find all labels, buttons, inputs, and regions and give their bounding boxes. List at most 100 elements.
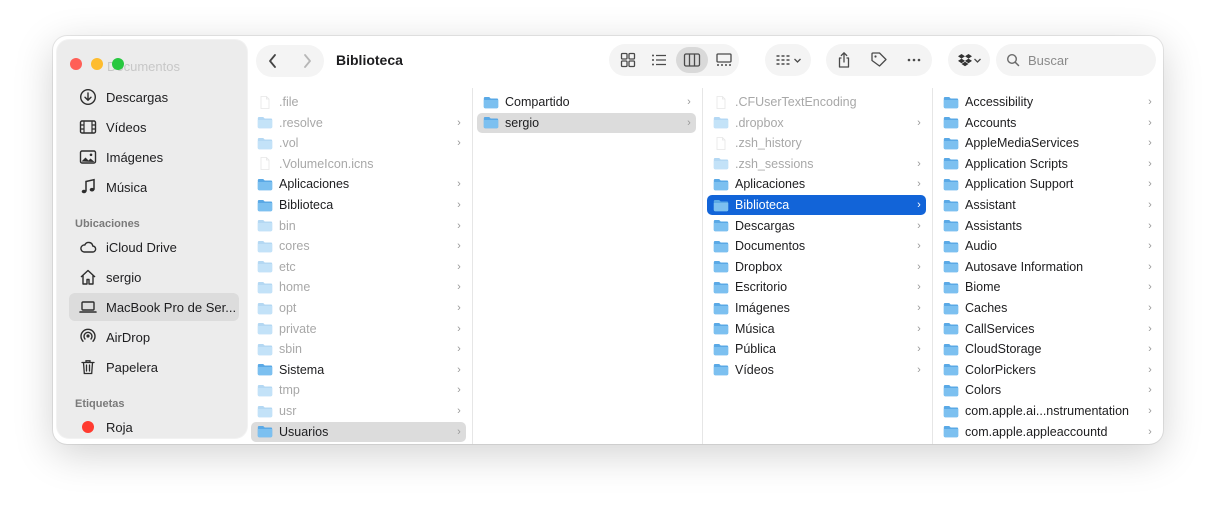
list-item[interactable]: Biblioteca › [707,195,926,215]
list-item[interactable]: ColorPickers › [937,360,1157,380]
item-name: Biblioteca [735,198,790,212]
list-item[interactable]: .vol › [251,133,466,153]
list-item[interactable]: CallServices › [937,319,1157,339]
list-item[interactable]: Sistema › [251,360,466,380]
forward-button[interactable] [292,47,322,75]
list-item[interactable]: Caches › [937,298,1157,318]
list-item[interactable]: Imágenes › [707,298,926,318]
document-icon [716,136,726,150]
dropbox-button[interactable] [948,44,990,76]
list-item[interactable]: .zsh_history [707,133,926,153]
list-item[interactable]: Accessibility › [937,92,1157,112]
list-item[interactable]: .resolve › [251,113,466,133]
list-item[interactable]: .CFUserTextEncoding [707,92,926,112]
list-item[interactable]: opt › [251,298,466,318]
item-name: home [279,280,311,295]
folder-icon [257,343,273,355]
sidebar-item-tag-roja[interactable]: Roja [69,413,239,438]
search-input[interactable] [1028,52,1138,68]
list-item[interactable]: .dropbox › [707,113,926,133]
chevron-right-icon: › [917,363,921,376]
sidebar-item-sergio[interactable]: sergio [69,263,239,291]
list-item[interactable]: Autosave Information › [937,257,1157,277]
folder-icon [257,117,273,129]
list-item[interactable]: home › [251,277,466,297]
list-item[interactable]: Assistants › [937,216,1157,236]
list-item[interactable]: usr › [251,401,466,421]
list-item[interactable]: sbin › [251,339,466,359]
list-item[interactable]: Aplicaciones › [707,174,926,194]
folder-icon [943,240,959,252]
list-item[interactable]: Documentos › [707,236,926,256]
group-by-button[interactable] [765,44,811,76]
list-item[interactable]: Audio › [937,236,1157,256]
list-item[interactable]: Pública › [707,339,926,359]
list-item[interactable]: bin › [251,216,466,236]
list-item[interactable]: Colors › [937,380,1157,400]
tags-button[interactable] [865,47,893,73]
list-item[interactable]: Assistant › [937,195,1157,215]
list-item[interactable]: .VolumeIcon.icns [251,154,466,174]
sidebar-item-videos[interactable]: Vídeos [69,113,239,141]
item-name: cores [279,239,310,254]
item-name: Vídeos [735,362,774,377]
list-item[interactable]: cores › [251,236,466,256]
list-item[interactable]: Descargas › [707,216,926,236]
list-item[interactable]: Biome › [937,277,1157,297]
column-view-button[interactable] [676,47,708,73]
more-actions-button[interactable] [900,47,928,73]
share-button[interactable] [830,47,858,73]
grid-view-icon [620,52,635,68]
back-button[interactable] [258,47,288,75]
list-item[interactable]: .zsh_sessions › [707,154,926,174]
sidebar-item-airdrop[interactable]: AirDrop [69,323,239,351]
column-root: .file .resolve › .vol › .VolumeIcon.icns Aplic… [247,88,473,444]
minimize-button[interactable] [91,58,103,70]
list-item[interactable]: Compartido › [477,92,696,112]
chevron-right-icon: › [917,343,921,356]
list-item[interactable]: Música › [707,319,926,339]
chevron-right-icon: › [1148,178,1152,191]
sidebar-item-descargas[interactable]: Descargas [69,83,239,111]
zoom-button[interactable] [112,58,124,70]
list-item[interactable]: tmp › [251,380,466,400]
sidebar-item-icloud-drive[interactable]: iCloud Drive [69,233,239,261]
list-item[interactable]: .file [251,92,466,112]
chevron-right-icon: › [457,425,461,438]
list-item[interactable]: AppleMediaServices › [937,133,1157,153]
list-item[interactable]: Application Scripts › [937,154,1157,174]
list-item[interactable]: Biblioteca › [251,195,466,215]
list-item[interactable]: private › [251,319,466,339]
list-view-button[interactable] [645,47,675,73]
list-item[interactable]: com.apple.ai...nstrumentation › [937,401,1157,421]
list-item[interactable]: etc › [251,257,466,277]
item-name: Dropbox [735,259,783,274]
sidebar-item-macbook-pro[interactable]: MacBook Pro de Ser... [69,293,239,321]
gallery-view-button[interactable] [710,47,740,73]
sidebar-item-papelera[interactable]: Papelera [69,353,239,381]
folder-icon [257,199,273,211]
search-field[interactable] [996,44,1156,76]
list-item[interactable]: Dropbox › [707,257,926,277]
folder-icon [713,220,729,232]
item-name: Audio [965,239,997,254]
list-item[interactable]: com.apple.appleaccountd › [937,422,1157,442]
sidebar-item-musica[interactable]: Música [69,173,239,201]
item-name: Autosave Information [965,259,1084,274]
list-item[interactable]: Aplicaciones › [251,174,466,194]
close-button[interactable] [70,58,82,70]
list-item[interactable]: Application Support › [937,174,1157,194]
sidebar-item-imagenes[interactable]: Imágenes [69,143,239,171]
chevron-right-icon: › [457,302,461,314]
list-item[interactable]: sergio › [477,112,696,133]
list-item[interactable]: CloudStorage › [937,339,1157,359]
list-item[interactable]: Vídeos › [707,360,926,380]
icon-view-button[interactable] [613,47,643,73]
list-item[interactable]: Escritorio › [707,277,926,297]
column-usuarios: Compartido › sergio › [473,88,703,444]
item-name: ColorPickers [965,362,1036,377]
trash-icon [79,358,97,376]
list-item[interactable]: Accounts › [937,113,1157,133]
list-item[interactable]: Usuarios › [251,421,466,442]
item-name: .zsh_history [735,136,802,151]
